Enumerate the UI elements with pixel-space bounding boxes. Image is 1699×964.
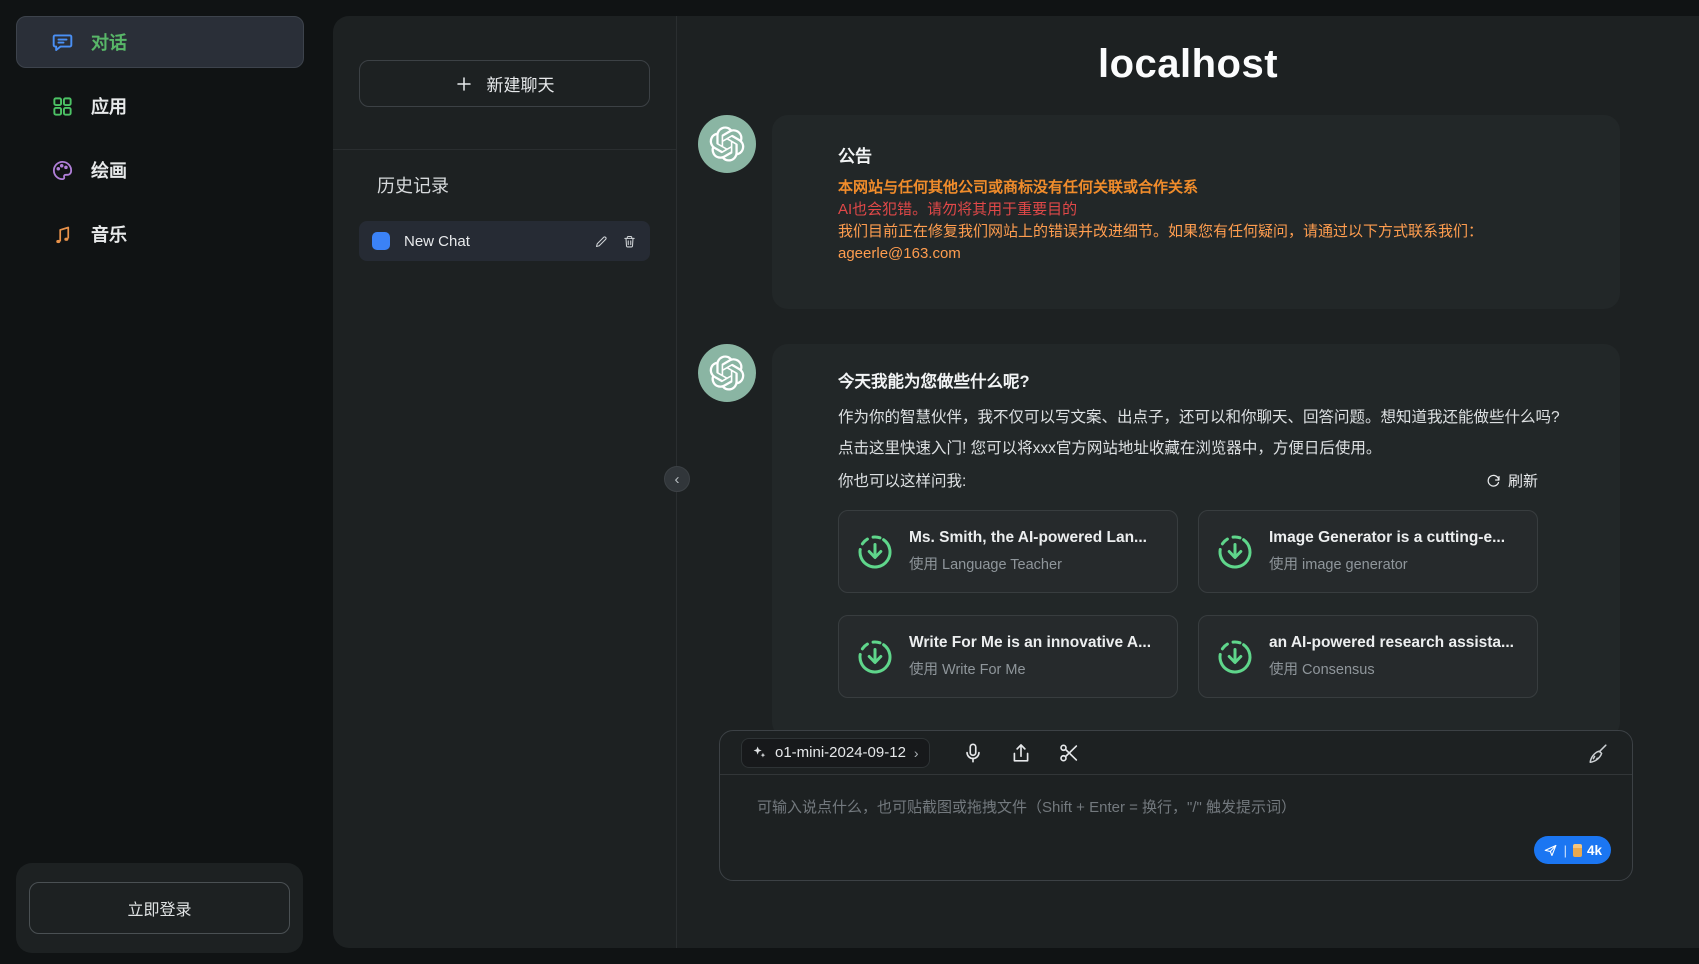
suggestion-subtitle: 使用 Consensus bbox=[1269, 658, 1514, 679]
suggestion-title: Ms. Smith, the AI-powered Lan... bbox=[909, 529, 1147, 547]
composer: o1-mini-2024-09-12 › bbox=[719, 730, 1633, 881]
refresh-button[interactable]: 刷新 bbox=[1486, 470, 1538, 491]
palette-icon bbox=[51, 159, 74, 182]
openai-logo-icon bbox=[708, 354, 746, 392]
upload-button[interactable] bbox=[1010, 742, 1032, 764]
edit-chat-button[interactable] bbox=[594, 234, 609, 249]
welcome-body: 作为你的智慧伙伴，我不仅可以写文案、出点子，还可以和你聊天、回答问题。想知道我还… bbox=[838, 402, 1560, 464]
suggestion-title: Write For Me is an innovative A... bbox=[909, 634, 1151, 652]
refresh-label: 刷新 bbox=[1508, 470, 1538, 491]
content-shell: 新建聊天 历史记录 New Chat bbox=[333, 16, 1699, 948]
download-circle-icon bbox=[1215, 532, 1255, 572]
history-title: 历史记录 bbox=[377, 172, 650, 198]
music-note-icon bbox=[51, 223, 74, 246]
sidebar-item-apps[interactable]: 应用 bbox=[16, 80, 304, 132]
delete-chat-button[interactable] bbox=[622, 234, 637, 249]
token-battery-icon bbox=[1573, 844, 1582, 857]
assistant-avatar bbox=[698, 344, 756, 402]
new-chat-label: 新建聊天 bbox=[487, 71, 555, 96]
model-label: o1-mini-2024-09-12 bbox=[775, 744, 906, 761]
model-selector-button[interactable]: o1-mini-2024-09-12 › bbox=[741, 738, 930, 768]
sidebar-item-chat[interactable]: 对话 bbox=[16, 16, 304, 68]
token-count-badge: 4k bbox=[1587, 843, 1602, 858]
new-chat-button[interactable]: 新建聊天 bbox=[359, 60, 650, 107]
scissors-button[interactable] bbox=[1058, 742, 1080, 764]
sidebar-item-label: 对话 bbox=[91, 29, 127, 55]
message-row: 公告 本网站与任何其他公司或商标没有任何关联或合作关系 AI也会犯错。请勿将其用… bbox=[698, 115, 1620, 309]
panel-divider bbox=[333, 149, 676, 150]
prompt-textarea[interactable] bbox=[720, 775, 1632, 880]
clear-context-button[interactable] bbox=[1586, 741, 1610, 765]
login-button[interactable]: 立即登录 bbox=[29, 882, 290, 934]
download-circle-icon bbox=[1215, 637, 1255, 677]
sparkle-icon bbox=[752, 745, 767, 760]
suggestion-card[interactable]: Ms. Smith, the AI-powered Lan... 使用 Lang… bbox=[838, 510, 1178, 593]
mic-icon bbox=[962, 742, 984, 764]
suggestion-title: an AI-powered research assista... bbox=[1269, 634, 1514, 652]
sidebar-item-label: 绘画 bbox=[91, 157, 127, 183]
download-circle-icon bbox=[855, 637, 895, 677]
scissors-icon bbox=[1058, 742, 1080, 764]
mic-button[interactable] bbox=[962, 742, 984, 764]
plus-icon bbox=[455, 75, 473, 93]
broom-icon bbox=[1586, 741, 1610, 765]
sidebar: 对话 应用 绘画 bbox=[0, 0, 320, 964]
pencil-icon bbox=[594, 234, 609, 249]
page-title: localhost bbox=[677, 42, 1699, 87]
upload-icon bbox=[1010, 742, 1032, 764]
sidebar-item-label: 音乐 bbox=[91, 221, 127, 247]
ask-hint: 你也可以这样问我: bbox=[838, 469, 966, 491]
composer-tools bbox=[962, 742, 1080, 764]
suggestion-subtitle: 使用 Language Teacher bbox=[909, 553, 1147, 574]
history-item-title: New Chat bbox=[404, 233, 470, 250]
welcome-card: 今天我能为您做些什么呢? 作为你的智慧伙伴，我不仅可以写文案、出点子，还可以和你… bbox=[772, 344, 1620, 730]
history-item[interactable]: New Chat bbox=[359, 221, 650, 261]
send-plane-icon bbox=[1543, 843, 1558, 858]
chat-color-icon bbox=[372, 232, 390, 250]
refresh-icon bbox=[1486, 473, 1501, 488]
announcement-line: 我们目前正在修复我们网站上的错误并改进细节。如果您有任何疑问，请通过以下方式联系… bbox=[838, 221, 1560, 243]
message-row: 今天我能为您做些什么呢? 作为你的智慧伙伴，我不仅可以写文案、出点子，还可以和你… bbox=[698, 344, 1620, 730]
announcement-line: 本网站与任何其他公司或商标没有任何关联或合作关系 bbox=[838, 177, 1560, 199]
suggestion-card[interactable]: Write For Me is an innovative A... 使用 Wr… bbox=[838, 615, 1178, 698]
suggestion-title: Image Generator is a cutting-e... bbox=[1269, 529, 1505, 547]
suggestion-subtitle: 使用 image generator bbox=[1269, 553, 1505, 574]
trash-icon bbox=[622, 234, 637, 249]
chevron-right-icon: › bbox=[914, 745, 919, 761]
history-item-actions bbox=[594, 234, 637, 249]
announcement-title: 公告 bbox=[838, 142, 1560, 167]
openai-logo-icon bbox=[708, 125, 746, 163]
composer-toolbar: o1-mini-2024-09-12 › bbox=[720, 731, 1632, 775]
collapse-panel-button[interactable]: ‹ bbox=[664, 466, 690, 492]
suggestion-grid: Ms. Smith, the AI-powered Lan... 使用 Lang… bbox=[838, 510, 1560, 698]
chat-list-panel: 新建聊天 历史记录 New Chat bbox=[333, 16, 677, 948]
suggestion-card[interactable]: Image Generator is a cutting-e... 使用 ima… bbox=[1198, 510, 1538, 593]
chat-main: localhost 公告 本网站与任何其他公司或商标没有任何关联或合作关系 AI… bbox=[677, 16, 1699, 948]
assistant-avatar bbox=[698, 115, 756, 173]
chevron-left-icon: ‹ bbox=[675, 472, 680, 487]
welcome-title: 今天我能为您做些什么呢? bbox=[838, 368, 1560, 392]
hint-row: 你也可以这样问我: 刷新 bbox=[838, 464, 1538, 496]
sidebar-item-draw[interactable]: 绘画 bbox=[16, 144, 304, 196]
app-root: 对话 应用 绘画 bbox=[0, 0, 1699, 964]
send-button[interactable]: | 4k bbox=[1534, 836, 1611, 864]
announcement-card: 公告 本网站与任何其他公司或商标没有任何关联或合作关系 AI也会犯错。请勿将其用… bbox=[772, 115, 1620, 309]
message-list: 公告 本网站与任何其他公司或商标没有任何关联或合作关系 AI也会犯错。请勿将其用… bbox=[677, 87, 1699, 730]
login-card: 立即登录 bbox=[16, 863, 303, 953]
announcement-line: AI也会犯错。请勿将其用于重要目的 bbox=[838, 199, 1560, 221]
suggestion-subtitle: 使用 Write For Me bbox=[909, 658, 1151, 679]
download-circle-icon bbox=[855, 532, 895, 572]
chat-bubble-icon bbox=[51, 31, 74, 54]
send-separator: | bbox=[1564, 843, 1567, 858]
sidebar-item-music[interactable]: 音乐 bbox=[16, 208, 304, 260]
contact-email-link[interactable]: ageerle@163.com bbox=[838, 243, 1560, 265]
suggestion-card[interactable]: an AI-powered research assista... 使用 Con… bbox=[1198, 615, 1538, 698]
composer-input-area: | 4k bbox=[720, 775, 1632, 880]
grid-icon bbox=[51, 95, 74, 118]
sidebar-item-label: 应用 bbox=[91, 93, 127, 119]
